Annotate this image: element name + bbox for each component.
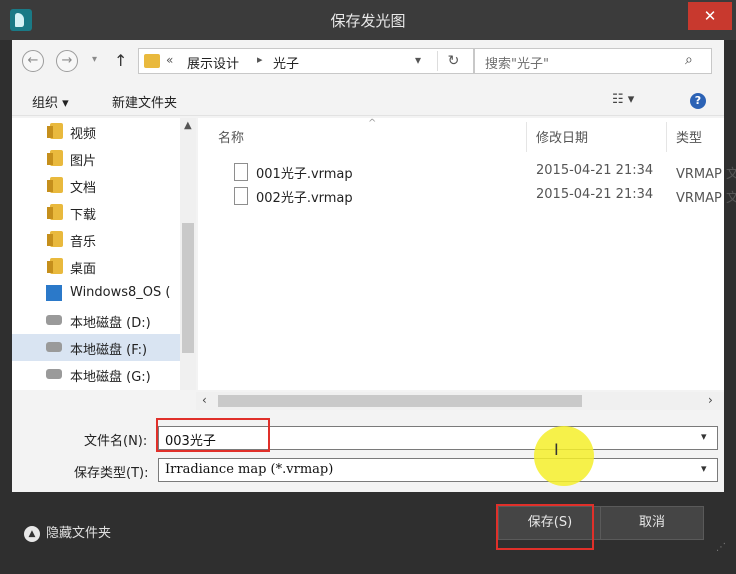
filetype-value: Irradiance map (*.vrmap): [165, 462, 334, 477]
nav-item-pictures[interactable]: 图片: [12, 145, 180, 172]
nav-scrollbar[interactable]: ▲: [180, 118, 196, 390]
dialog-body: ← → ▾ ↑ « 展示设计 ▸ 光子 ▾ ↻ 搜索"光子" ⌕ 组织 ▾ 新建…: [12, 40, 736, 412]
file-type: VRMAP 文: [676, 167, 736, 182]
nav-item-videos[interactable]: 视频: [12, 118, 180, 145]
save-form: 文件名(N): 003光子 ▾ 保存类型(T): Irradiance map …: [12, 412, 724, 492]
column-header-name[interactable]: 名称: [218, 127, 244, 146]
folder-icon: [47, 258, 63, 274]
nav-item-windows8-os[interactable]: Windows8_OS (: [12, 280, 180, 307]
drive-icon: [46, 315, 62, 325]
drive-icon: [46, 369, 62, 379]
drive-icon: [46, 342, 62, 352]
up-button[interactable]: ↑: [114, 51, 127, 70]
search-box[interactable]: 搜索"光子" ⌕: [474, 48, 712, 74]
search-placeholder: 搜索"光子": [485, 57, 549, 72]
nav-item-label: 视频: [70, 127, 97, 142]
nav-item-documents[interactable]: 文档: [12, 172, 180, 199]
nav-item-label: 图片: [70, 154, 97, 169]
file-icon: [234, 187, 248, 205]
chevron-down-icon[interactable]: ▾: [701, 430, 707, 443]
back-button[interactable]: ←: [22, 50, 44, 72]
sort-ascending-icon: ^: [368, 118, 377, 129]
nav-item-label: 音乐: [70, 235, 97, 250]
address-dropdown-icon[interactable]: ▾: [415, 53, 421, 67]
nav-item-label: 本地磁盘 (F:): [70, 343, 148, 358]
file-name: 001光子.vrmap: [256, 167, 353, 182]
new-folder-button[interactable]: 新建文件夹: [112, 92, 177, 111]
folder-icon: [47, 177, 63, 193]
hide-folders-button[interactable]: ▲ 隐藏文件夹: [24, 522, 111, 542]
hide-folders-label: 隐藏文件夹: [46, 526, 112, 541]
scrollbar-thumb[interactable]: [182, 223, 194, 353]
file-name: 002光子.vrmap: [256, 191, 353, 206]
folder-icon: [47, 123, 63, 139]
cancel-button[interactable]: 取消: [600, 506, 704, 540]
cursor-highlight: [534, 426, 594, 486]
view-options-button[interactable]: ☷ ▾: [612, 92, 634, 107]
breadcrumb-segment[interactable]: 展示设计: [187, 53, 239, 72]
filename-label: 文件名(N):: [84, 434, 148, 449]
nav-item-label: 本地磁盘 (G:): [70, 370, 151, 385]
horizontal-scrollbar[interactable]: ‹ ›: [196, 392, 724, 410]
address-bar[interactable]: « 展示设计 ▸ 光子 ▾ ↻: [138, 48, 474, 74]
dialog-footer: ▲ 隐藏文件夹 保存(S) 取消 ⋰: [0, 492, 736, 574]
column-divider[interactable]: [526, 122, 527, 152]
nav-item-drive-d[interactable]: 本地磁盘 (D:): [12, 307, 180, 334]
breadcrumb-segment[interactable]: 光子: [273, 53, 299, 72]
nav-item-label: 文档: [70, 181, 97, 196]
folder-icon: [47, 204, 63, 220]
nav-item-downloads[interactable]: 下载: [12, 199, 180, 226]
file-row[interactable]: 002光子.vrmap 2015-04-21 21:34 VRMAP 文: [198, 184, 736, 208]
nav-item-drive-g[interactable]: 本地磁盘 (G:): [12, 361, 180, 388]
windows-drive-icon: [46, 285, 62, 301]
scroll-right-icon[interactable]: ›: [708, 393, 713, 407]
filetype-label: 保存类型(T):: [74, 466, 149, 481]
file-date: 2015-04-21 21:34: [536, 187, 654, 202]
title-bar[interactable]: 保存发光图 ✕: [0, 0, 736, 40]
scroll-up-icon[interactable]: ▲: [184, 120, 192, 131]
nav-item-drive-f[interactable]: 本地磁盘 (F:): [12, 334, 180, 361]
filetype-select[interactable]: Irradiance map (*.vrmap) ▾: [158, 458, 718, 482]
scrollbar-thumb[interactable]: [218, 395, 582, 407]
folder-icon: [144, 54, 160, 68]
column-header-date[interactable]: 修改日期: [536, 127, 588, 146]
command-bar: 组织 ▾ 新建文件夹 ☷ ▾ ?: [12, 86, 724, 116]
save-highlight-box: [496, 504, 594, 550]
help-icon[interactable]: ?: [690, 93, 706, 109]
nav-item-label: 本地磁盘 (D:): [70, 316, 151, 331]
column-divider[interactable]: [666, 122, 667, 152]
nav-item-music[interactable]: 音乐: [12, 226, 180, 253]
nav-item-label: 下载: [70, 208, 97, 223]
text-cursor-icon: I: [554, 440, 559, 459]
file-icon: [234, 163, 248, 181]
organize-menu[interactable]: 组织 ▾: [32, 92, 69, 111]
file-row[interactable]: 001光子.vrmap 2015-04-21 21:34 VRMAP 文: [198, 160, 736, 184]
folder-icon: [47, 150, 63, 166]
folder-icon: [47, 231, 63, 247]
file-list: ^ 名称 修改日期 类型 001光子.vrmap 2015-04-21 21:3…: [198, 118, 736, 390]
nav-item-label: 桌面: [70, 262, 97, 277]
navigation-pane: 视频 图片 文档 下载 音乐 桌面 Windows8_OS (本地磁盘 (D:…: [12, 118, 196, 390]
scroll-left-icon[interactable]: ‹: [202, 393, 207, 407]
file-type: VRMAP 文: [676, 191, 736, 206]
breadcrumb-overflow[interactable]: «: [166, 53, 173, 67]
resize-grip-icon[interactable]: ⋰: [716, 542, 726, 553]
refresh-button[interactable]: ↻: [437, 51, 469, 71]
save-dialog: 保存发光图 ✕ ← → ▾ ↑ « 展示设计 ▸ 光子 ▾ ↻ 搜索"光子" ⌕…: [0, 0, 736, 574]
chevron-down-icon[interactable]: ▾: [701, 462, 707, 475]
close-button[interactable]: ✕: [688, 2, 732, 30]
breadcrumb-separator-icon[interactable]: ▸: [257, 53, 263, 66]
forward-button[interactable]: →: [56, 50, 78, 72]
recent-locations-dropdown[interactable]: ▾: [92, 54, 97, 65]
file-date: 2015-04-21 21:34: [536, 163, 654, 178]
column-header-type[interactable]: 类型: [676, 127, 702, 146]
dialog-title: 保存发光图: [330, 12, 406, 30]
nav-item-desktop[interactable]: 桌面: [12, 253, 180, 280]
collapse-icon: ▲: [24, 525, 40, 542]
filename-highlight-box: [156, 418, 270, 452]
nav-item-label: Windows8_OS (: [70, 285, 171, 300]
search-icon[interactable]: ⌕: [685, 52, 693, 68]
